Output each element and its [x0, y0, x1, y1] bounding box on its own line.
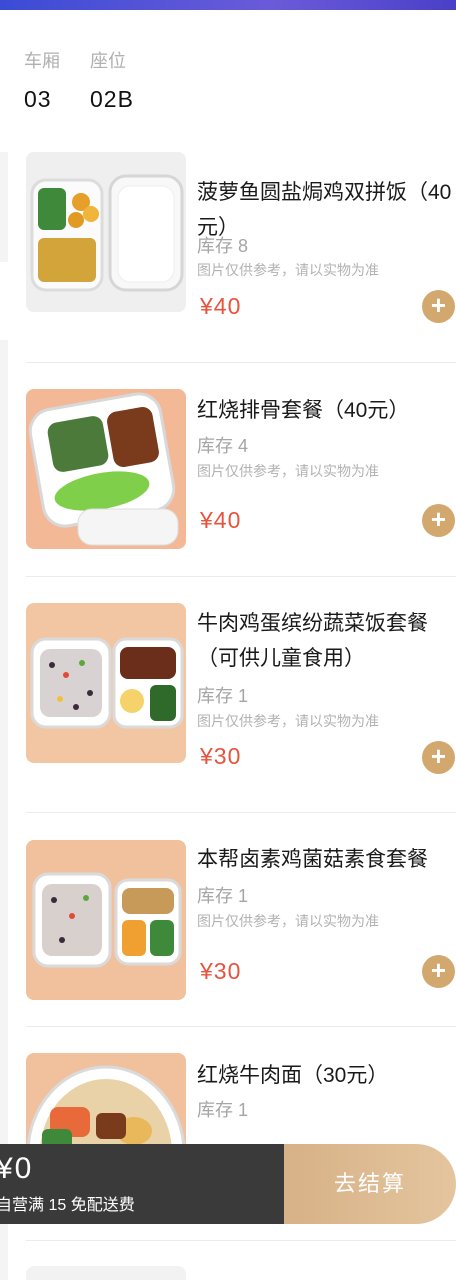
- checkout-button[interactable]: 去结算: [284, 1144, 456, 1224]
- category-sidebar-edge: [0, 340, 8, 1280]
- add-to-cart-button[interactable]: +: [422, 504, 455, 537]
- item-divider: [26, 1240, 456, 1241]
- item-divider: [26, 812, 456, 813]
- food-image[interactable]: [26, 152, 186, 312]
- item-name: 本帮卤素鸡菌菇素食套餐: [197, 848, 428, 871]
- item-divider: [26, 362, 456, 363]
- item-divider: [26, 576, 456, 577]
- item-stock: 库存 1: [197, 686, 249, 706]
- food-image[interactable]: [26, 1266, 186, 1280]
- item-divider: [26, 1026, 456, 1027]
- cart-summary[interactable]: ¥0 自营满 15 免配送费: [0, 1144, 300, 1224]
- free-delivery-note: 自营满 15 免配送费: [0, 1197, 135, 1214]
- item-price: ¥40: [200, 507, 242, 533]
- cart-total: ¥0: [0, 1152, 34, 1185]
- item-disclaimer: 图片仅供参考，请以实物为准: [197, 713, 379, 729]
- car-label: 车厢: [24, 51, 60, 71]
- item-name: 红烧排骨套餐（40元）: [197, 399, 410, 422]
- cart-bar: ¥0 自营满 15 免配送费 去结算: [0, 1144, 456, 1224]
- item-disclaimer: 图片仅供参考，请以实物为准: [197, 262, 379, 278]
- item-stock: 库存 8: [197, 236, 249, 256]
- seat-info: 车厢 03 座位 02B: [24, 50, 134, 114]
- car-info: 车厢 03: [24, 50, 60, 114]
- add-to-cart-button[interactable]: +: [422, 290, 455, 323]
- item-disclaimer: 图片仅供参考，请以实物为准: [197, 913, 379, 929]
- seat-number-info: 座位 02B: [90, 50, 134, 114]
- item-name: 牛肉鸡蛋缤纷蔬菜饭套餐（可供儿童食用）: [197, 612, 428, 670]
- item-stock: 库存 1: [197, 886, 249, 906]
- add-to-cart-button[interactable]: +: [422, 741, 455, 774]
- item-disclaimer: 图片仅供参考，请以实物为准: [197, 463, 379, 479]
- item-price: ¥30: [200, 743, 242, 769]
- header-banner: [0, 0, 456, 10]
- item-stock: 库存 1: [197, 1100, 249, 1120]
- item-stock: 库存 4: [197, 436, 249, 456]
- category-sidebar-edge: [0, 152, 8, 262]
- food-image[interactable]: [26, 840, 186, 1000]
- food-image[interactable]: [26, 389, 186, 549]
- seat-label: 座位: [90, 51, 126, 71]
- item-price: ¥40: [200, 293, 242, 319]
- food-image[interactable]: [26, 603, 186, 763]
- add-to-cart-button[interactable]: +: [422, 955, 455, 988]
- seat-value: 02B: [90, 86, 134, 112]
- car-value: 03: [24, 86, 52, 112]
- item-name: 红烧牛肉面（30元）: [197, 1064, 389, 1087]
- item-price: ¥30: [200, 958, 242, 984]
